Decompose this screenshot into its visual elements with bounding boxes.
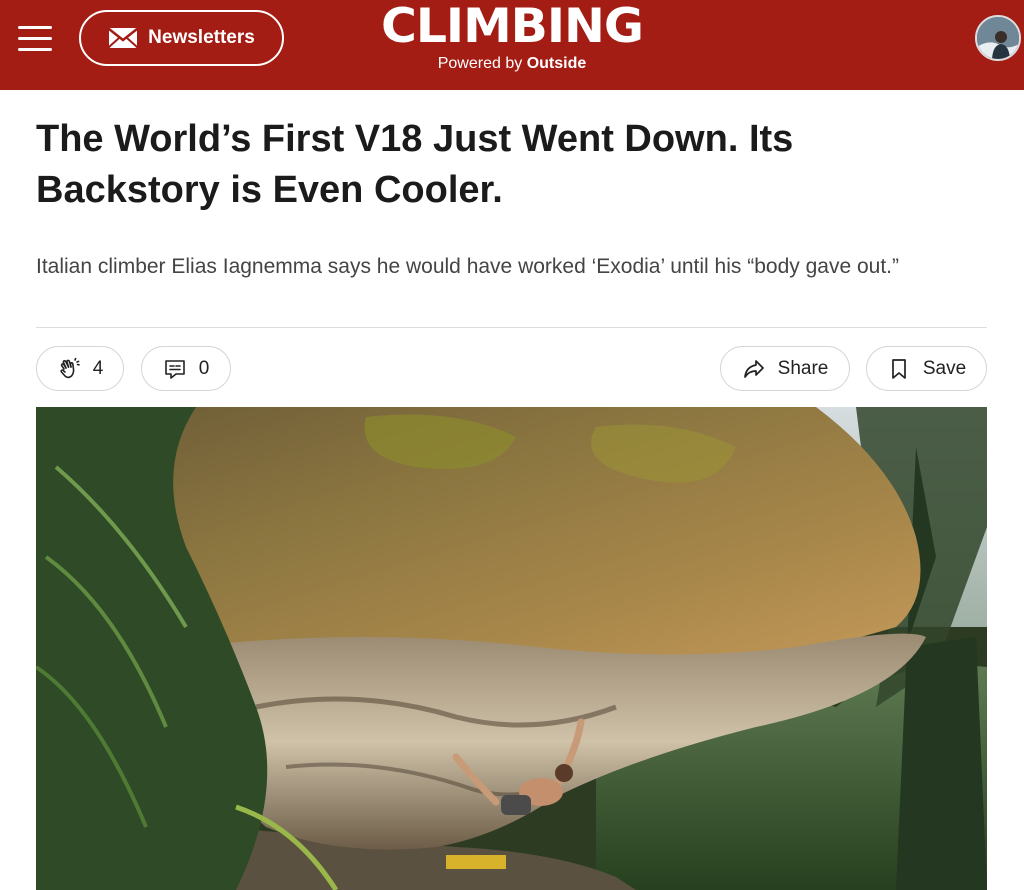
- comments-button[interactable]: 0: [141, 346, 231, 391]
- bookmark-icon: [891, 358, 906, 379]
- avatar-image: [977, 17, 1019, 59]
- user-avatar[interactable]: [975, 15, 1021, 61]
- clap-button[interactable]: 4: [36, 346, 124, 391]
- boulder-photo: [36, 407, 987, 890]
- hamburger-menu-icon[interactable]: [18, 24, 54, 54]
- share-arrow-icon: [743, 359, 764, 378]
- brand-tagline: Powered by Outside: [362, 54, 662, 74]
- tagline-brand: Outside: [526, 55, 587, 72]
- share-button[interactable]: Share: [720, 346, 850, 391]
- tagline-prefix: Powered by: [437, 55, 523, 72]
- menu-line: [18, 37, 52, 40]
- divider: [36, 327, 987, 328]
- newsletters-button[interactable]: Newsletters: [79, 10, 284, 66]
- brand-name: CLIMBING: [380, 0, 644, 54]
- envelope-icon: [108, 28, 138, 48]
- share-label: Share: [777, 357, 829, 379]
- site-logo[interactable]: CLIMBING Powered by Outside: [362, 0, 662, 74]
- newsletters-label: Newsletters: [148, 27, 255, 48]
- save-button[interactable]: Save: [866, 346, 987, 391]
- site-header: Newsletters CLIMBING Powered by Outside: [0, 0, 1024, 90]
- menu-line: [18, 48, 52, 51]
- clap-icon: [60, 357, 80, 378]
- comment-icon: [164, 359, 185, 379]
- hero-image: [36, 407, 987, 890]
- article-subheadline: Italian climber Elias Iagnemma says he w…: [36, 255, 899, 278]
- comment-count: 0: [198, 357, 210, 379]
- clap-count: 4: [92, 357, 104, 379]
- article-headline: The World’s First V18 Just Went Down. It…: [36, 118, 794, 211]
- save-label: Save: [922, 357, 967, 379]
- menu-line: [18, 26, 52, 29]
